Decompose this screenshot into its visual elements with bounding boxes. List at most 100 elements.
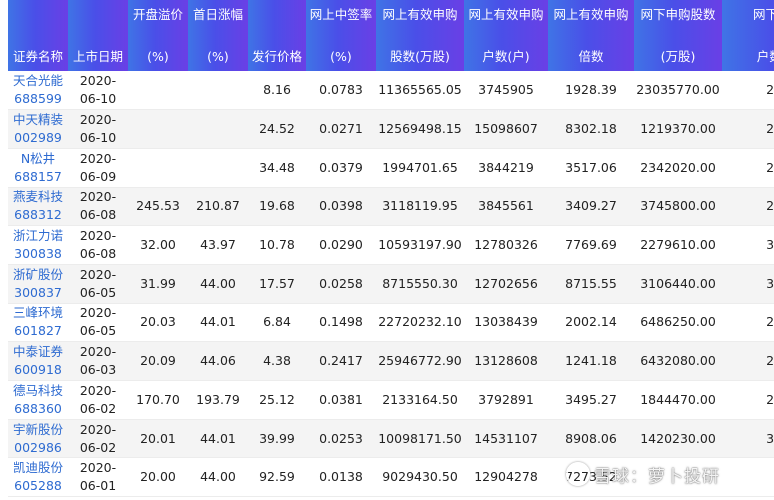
offline-shares-cell: 1219370.00 — [634, 109, 722, 149]
online-households-cell: 3745905 — [464, 71, 548, 111]
online-shares-cell: 1994701.65 — [376, 148, 464, 188]
header-col-lottery-rate[interactable]: 网上中签率 (%) — [306, 0, 376, 71]
online-households-cell: 12904278 — [464, 457, 548, 498]
header-col-online-shares[interactable]: 网上有效申购 股数(万股) — [376, 0, 464, 71]
table-row[interactable]: 宇新股份 002986 2020- 06-02 20.01 44.01 39.99 0.025… — [8, 419, 774, 459]
online-households-cell: 13038439 — [464, 303, 548, 343]
header-top-label: 网上有效申购 — [468, 6, 544, 22]
security-name-link[interactable]: 中天精装 — [8, 111, 68, 129]
offline-shares-cell: 3106440.00 — [634, 264, 722, 304]
lottery-rate-cell: 0.0258 — [306, 264, 376, 304]
security-name-cell[interactable]: 浙矿股份 300837 — [8, 264, 68, 304]
security-name-cell[interactable]: N松井 688157 — [8, 148, 68, 188]
header-bottom-label: (%) — [147, 48, 169, 64]
header-col-first-day-rise[interactable]: 首日涨幅 (%) — [188, 0, 248, 71]
first-day-rise-cell — [188, 148, 248, 188]
online-households-cell: 14531107 — [464, 419, 548, 459]
issue-price-cell: 17.57 — [248, 264, 306, 304]
table-row[interactable]: 燕麦科技 688312 2020- 06-08 245.53 210.87 19.68 0.0… — [8, 187, 774, 227]
header-col-name[interactable]: 证券名称 — [8, 0, 68, 71]
table-row[interactable]: 德马科技 688360 2020- 06-02 170.70 193.79 25.12 0.0… — [8, 380, 774, 420]
security-name-link[interactable]: 德马科技 — [8, 382, 68, 400]
open-premium-cell — [128, 109, 188, 149]
security-name-cell[interactable]: 凯迪股份 605288 — [8, 457, 68, 498]
listing-date-month-day: 06-03 — [79, 362, 117, 378]
table-row[interactable]: 中天精装 002989 2020- 06-10 24.52 0.0271 12569498.… — [8, 109, 774, 149]
security-name-cell[interactable]: 三峰环境 601827 — [8, 303, 68, 343]
first-day-rise-cell: 193.79 — [188, 380, 248, 420]
security-code-link[interactable]: 600918 — [8, 361, 68, 379]
security-code-link[interactable]: 688360 — [8, 400, 68, 418]
security-code-link[interactable]: 601827 — [8, 322, 68, 340]
offline-households-cell: 339 — [722, 419, 774, 459]
header-col-online-households[interactable]: 网上有效申购 户数(户) — [464, 0, 548, 71]
open-premium-cell: 32.00 — [128, 225, 188, 265]
security-name-link[interactable]: 浙矿股份 — [8, 266, 68, 284]
first-day-rise-cell: 43.97 — [188, 225, 248, 265]
security-name-link[interactable]: 浙江力诺 — [8, 227, 68, 245]
security-code-link[interactable]: 688312 — [8, 206, 68, 224]
issue-price-cell: 34.48 — [248, 148, 306, 188]
table-row[interactable]: 中泰证券 600918 2020- 06-03 20.09 44.06 4.38 0.2417… — [8, 341, 774, 381]
security-name-link[interactable]: 天合光能 — [8, 72, 68, 90]
security-name-cell[interactable]: 宇新股份 002986 — [8, 419, 68, 459]
security-name-cell[interactable]: 德马科技 688360 — [8, 380, 68, 420]
listing-date-month-day: 06-08 — [79, 246, 117, 262]
header-bottom-label: (%) — [330, 48, 352, 64]
offline-shares-cell: 6486250.00 — [634, 303, 722, 343]
header-col-date[interactable]: 上市日期 — [68, 0, 128, 71]
open-premium-cell — [128, 71, 188, 111]
security-code-link[interactable]: 300838 — [8, 245, 68, 263]
security-name-cell[interactable]: 燕麦科技 688312 — [8, 187, 68, 227]
online-multiple-cell: 3495.27 — [548, 380, 634, 420]
online-households-cell: 3792891 — [464, 380, 548, 420]
online-multiple-cell: 8908.06 — [548, 419, 634, 459]
online-households-cell: 12780326 — [464, 225, 548, 265]
xueqiu-logo-icon — [566, 462, 590, 486]
header-col-issue-price[interactable]: 发行价格 — [248, 0, 306, 71]
lottery-rate-cell: 0.0783 — [306, 71, 376, 111]
listing-date-year: 2020- — [79, 228, 117, 244]
table-row[interactable]: 天合光能 688599 2020- 06-10 8.16 0.0783 11365565.0… — [8, 71, 774, 111]
header-top-label: 网上有效申购 — [553, 6, 629, 22]
security-code-link[interactable]: 688599 — [8, 90, 68, 108]
header-col-open-premium[interactable]: 开盘溢价 (%) — [128, 0, 188, 71]
online-households-cell: 13128608 — [464, 341, 548, 381]
header-col-online-multiple[interactable]: 网上有效申购 倍数 — [548, 0, 634, 71]
table-row[interactable]: 三峰环境 601827 2020- 06-05 20.03 44.01 6.84 0.1498… — [8, 303, 774, 343]
security-code-link[interactable]: 002986 — [8, 439, 68, 457]
security-code-link[interactable]: 688157 — [8, 168, 68, 186]
security-name-link[interactable]: 宇新股份 — [8, 421, 68, 439]
issue-price-cell: 39.99 — [248, 419, 306, 459]
header-bottom-label: (万股) — [660, 48, 696, 64]
open-premium-cell — [128, 148, 188, 188]
listing-date-year: 2020- — [79, 460, 117, 476]
security-code-link[interactable]: 300837 — [8, 284, 68, 302]
security-name-link[interactable]: 凯迪股份 — [8, 459, 68, 477]
online-shares-cell: 9029430.50 — [376, 457, 464, 498]
header-col-offline-shares[interactable]: 网下申购股数 (万股) — [634, 0, 722, 71]
security-name-cell[interactable]: 中天精装 002989 — [8, 109, 68, 149]
first-day-rise-cell: 44.00 — [188, 457, 248, 498]
header-col-offline-households[interactable]: 网下有效户数(户 — [722, 0, 774, 71]
security-name-cell[interactable]: 天合光能 688599 — [8, 71, 68, 111]
online-households-cell: 12702656 — [464, 264, 548, 304]
table-row[interactable]: 浙矿股份 300837 2020- 06-05 31.99 44.00 17.57 0.025… — [8, 264, 774, 304]
online-shares-cell: 22720232.10 — [376, 303, 464, 343]
lottery-rate-cell: 0.0138 — [306, 457, 376, 498]
table-row[interactable]: N松井 688157 2020- 06-09 34.48 0.0379 1994701.65… — [8, 148, 774, 188]
first-day-rise-cell: 44.01 — [188, 419, 248, 459]
security-name-link[interactable]: 燕麦科技 — [8, 188, 68, 206]
header-bottom-label: 证券名称 — [12, 48, 63, 64]
online-shares-cell: 25946772.90 — [376, 341, 464, 381]
open-premium-cell: 245.53 — [128, 187, 188, 227]
lottery-rate-cell: 0.0271 — [306, 109, 376, 149]
security-name-link[interactable]: N松井 — [8, 150, 68, 168]
table-row[interactable]: 浙江力诺 300838 2020- 06-08 32.00 43.97 10.78 0.029… — [8, 225, 774, 265]
security-code-link[interactable]: 605288 — [8, 477, 68, 495]
security-name-link[interactable]: 三峰环境 — [8, 304, 68, 322]
security-name-link[interactable]: 中泰证券 — [8, 343, 68, 361]
security-name-cell[interactable]: 浙江力诺 300838 — [8, 225, 68, 265]
security-name-cell[interactable]: 中泰证券 600918 — [8, 341, 68, 381]
security-code-link[interactable]: 002989 — [8, 129, 68, 147]
